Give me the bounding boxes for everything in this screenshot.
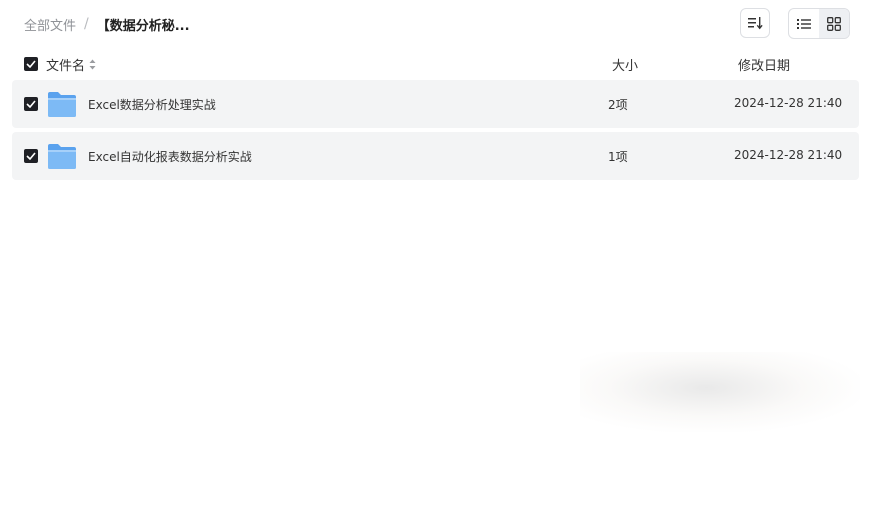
folder-icon <box>48 92 76 117</box>
view-toggle <box>788 8 850 39</box>
breadcrumb: 全部文件 / 【数据分析秘... <box>24 14 190 34</box>
check-icon <box>26 60 36 68</box>
table-row[interactable]: Excel数据分析处理实战 2项 2024-12-28 21:40 <box>12 80 859 128</box>
file-modified-date: 2024-12-28 21:40 <box>734 148 843 162</box>
grid-view-icon <box>827 16 841 31</box>
file-size: 1项 <box>608 150 628 164</box>
sort-toggle-icon <box>89 59 96 69</box>
grid-view-button[interactable] <box>819 9 849 38</box>
row-checkbox[interactable] <box>24 97 38 111</box>
decorative-glow <box>580 352 860 432</box>
file-name[interactable]: Excel数据分析处理实战 <box>88 96 216 113</box>
sort-icon <box>748 17 763 30</box>
sort-button[interactable] <box>740 8 770 38</box>
name-column-label: 文件名 <box>46 58 86 74</box>
breadcrumb-root[interactable]: 全部文件 <box>24 15 76 34</box>
breadcrumb-current: 【数据分析秘... <box>96 18 190 34</box>
check-icon <box>26 152 36 160</box>
select-all-checkbox[interactable] <box>24 57 38 71</box>
name-column-header[interactable]: 文件名 <box>46 55 96 74</box>
modified-column-header[interactable]: 修改日期 <box>738 55 790 74</box>
list-view-button[interactable] <box>789 9 819 38</box>
file-size: 2项 <box>608 98 628 112</box>
file-modified-date: 2024-12-28 21:40 <box>734 96 843 110</box>
folder-icon <box>48 144 76 169</box>
size-column-header[interactable]: 大小 <box>612 55 638 74</box>
table-row[interactable]: Excel自动化报表数据分析实战 1项 2024-12-28 21:40 <box>12 132 859 180</box>
check-icon <box>26 100 36 108</box>
file-name[interactable]: Excel自动化报表数据分析实战 <box>88 148 252 165</box>
file-list-header: 文件名 大小 修改日期 <box>12 52 859 76</box>
breadcrumb-separator: / <box>84 16 89 32</box>
list-view-icon <box>797 18 811 29</box>
row-checkbox[interactable] <box>24 149 38 163</box>
